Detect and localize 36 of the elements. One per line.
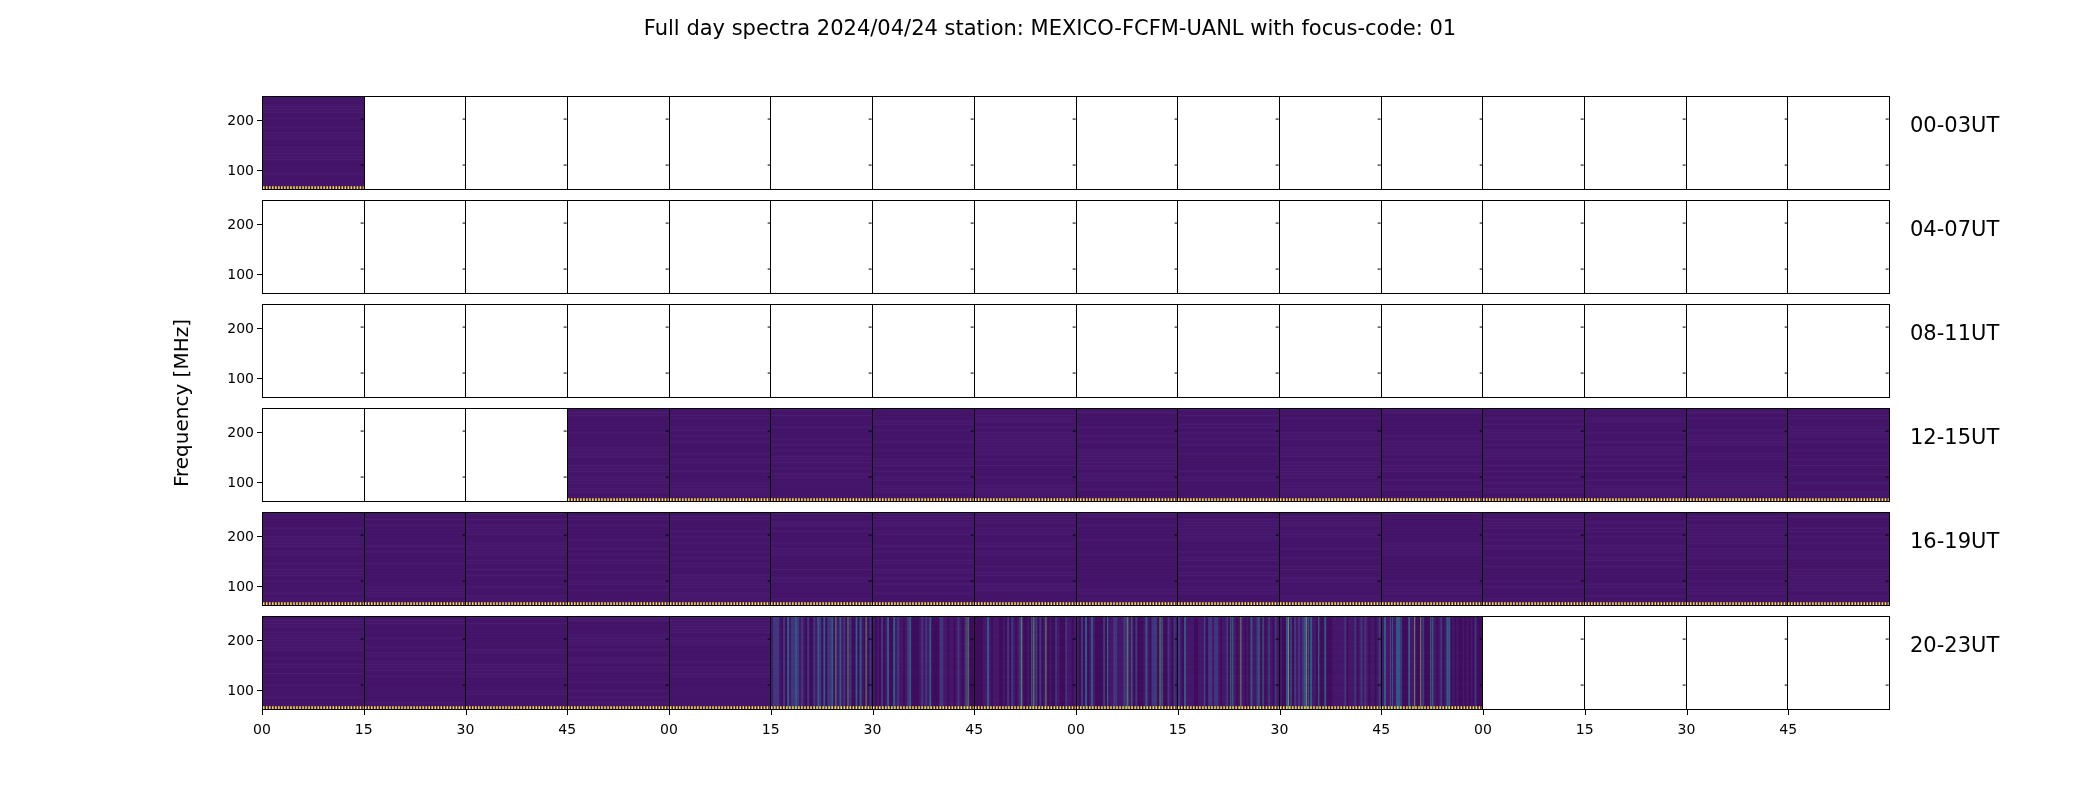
x-tick-label: 30: [863, 720, 882, 739]
y-tick-label: 200: [227, 320, 254, 336]
y-axis-label: Frequency [MHz]: [168, 318, 194, 488]
x-tick-label: 30: [456, 720, 475, 739]
row-time-label: 00-03UT: [1910, 113, 2000, 137]
y-tick-label: 100: [227, 162, 254, 178]
row-time-label: 04-07UT: [1910, 217, 2000, 241]
y-tick-label: 100: [227, 578, 254, 594]
y-tick-label: 100: [227, 474, 254, 490]
x-tick-label: 15: [1168, 720, 1187, 739]
x-tick-label: 30: [1270, 720, 1289, 739]
row-time-label: 12-15UT: [1910, 425, 2000, 449]
x-tick-label: 00: [253, 720, 271, 739]
y-tick-label: 100: [227, 682, 254, 698]
y-tick-label: 200: [227, 528, 254, 544]
x-tick-label: 00: [1067, 720, 1085, 739]
x-tick-label: 15: [761, 720, 780, 739]
y-tick-label: 200: [227, 632, 254, 648]
x-tick-label: 45: [1779, 720, 1798, 739]
y-tick-label: 200: [227, 424, 254, 440]
x-tick-label: 15: [354, 720, 373, 739]
y-tick-label: 200: [227, 112, 254, 128]
y-tick-label: 100: [227, 266, 254, 282]
y-tick-label: 100: [227, 370, 254, 386]
x-tick-label: 00: [660, 720, 678, 739]
row-time-label: 08-11UT: [1910, 321, 2000, 345]
x-tick-label: 00: [1474, 720, 1492, 739]
row-time-label: 20-23UT: [1910, 633, 2000, 657]
row-time-label: 16-19UT: [1910, 529, 2000, 553]
x-tick-label: 45: [965, 720, 984, 739]
figure-title: Full day spectra 2024/04/24 station: MEXICO-FCFM-UANL with focus-code: 01: [643, 15, 1457, 43]
x-tick-label: 45: [558, 720, 577, 739]
x-tick-label: 30: [1677, 720, 1696, 739]
x-tick-label: 45: [1372, 720, 1391, 739]
y-tick-label: 200: [227, 216, 254, 232]
x-tick-label: 15: [1575, 720, 1594, 739]
